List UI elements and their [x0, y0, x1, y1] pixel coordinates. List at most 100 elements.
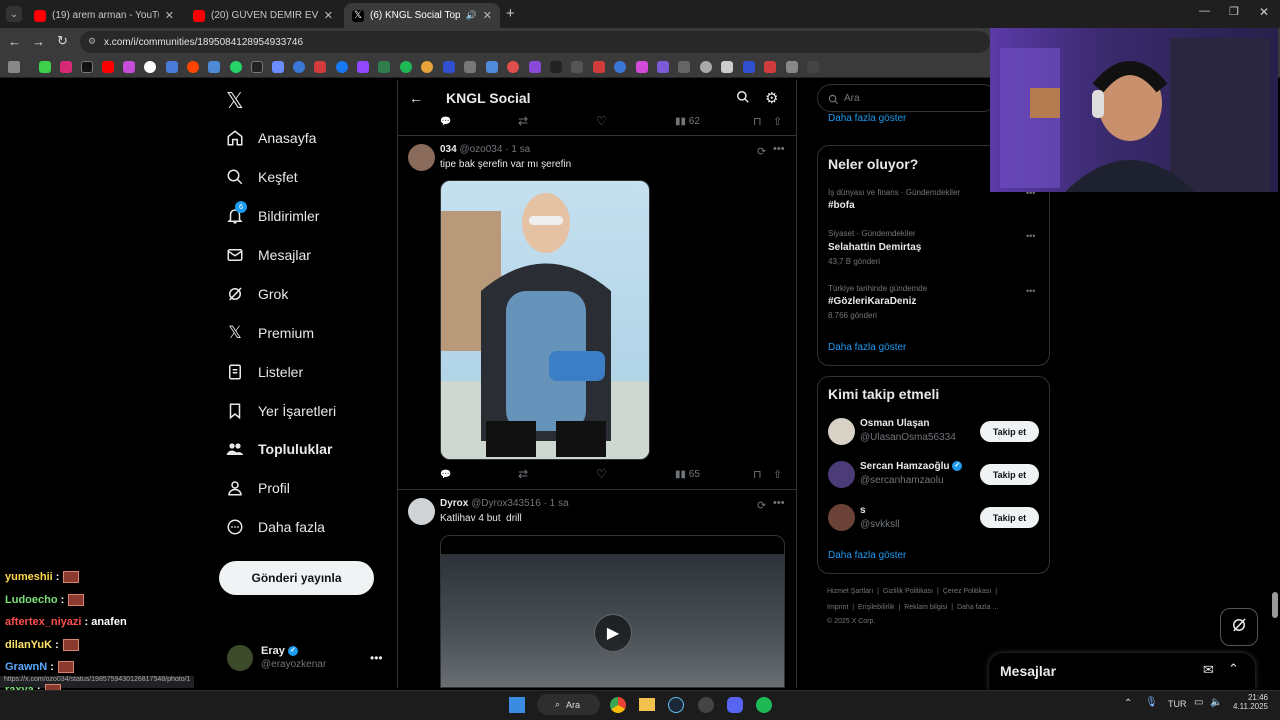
- apps-icon[interactable]: [8, 61, 20, 73]
- x-logo-icon[interactable]: 𝕏: [226, 88, 244, 114]
- nav-explore[interactable]: Keşfet: [226, 164, 298, 190]
- new-tab-button[interactable]: +: [506, 5, 515, 22]
- bookmark-site-icon[interactable]: [272, 61, 284, 73]
- nav-premium[interactable]: 𝕏 Premium: [226, 320, 314, 346]
- bookmark-site-icon[interactable]: [507, 61, 519, 73]
- chrome-taskbar-icon[interactable]: [610, 697, 626, 713]
- bookmark-icon[interactable]: ⊓: [753, 115, 762, 128]
- like-icon[interactable]: ♡: [596, 467, 607, 481]
- follow-button[interactable]: Takip et: [980, 464, 1039, 485]
- bookmark-site-icon[interactable]: [593, 61, 605, 73]
- bookmark-youtube-icon[interactable]: [102, 61, 114, 73]
- trend-more-icon[interactable]: •••: [1026, 286, 1035, 296]
- expand-icon[interactable]: ⌃: [1228, 661, 1239, 677]
- back-arrow-icon[interactable]: ←: [409, 90, 423, 106]
- bookmark-steam-icon[interactable]: [166, 61, 178, 73]
- minimize-button[interactable]: —: [1199, 5, 1210, 17]
- close-tab-icon[interactable]: ✕: [165, 9, 174, 22]
- bookmark-site-icon[interactable]: [378, 61, 390, 73]
- account-name[interactable]: Eray ✓: [261, 645, 298, 657]
- bookmark-site-icon[interactable]: [786, 61, 798, 73]
- views-icon[interactable]: ▮▮ 65: [675, 469, 700, 480]
- bookmark-site-icon[interactable]: [486, 61, 498, 73]
- clock[interactable]: 21:46 4.11.2025: [1232, 693, 1268, 711]
- nav-grok[interactable]: Grok: [226, 281, 288, 307]
- language-indicator[interactable]: TUR: [1168, 699, 1187, 709]
- follow-user-name[interactable]: Sercan Hamzaoğlu ✓: [860, 461, 963, 472]
- bookmark-icon[interactable]: ⊓: [753, 468, 762, 481]
- bookmark-site-icon[interactable]: [529, 61, 541, 73]
- post-video[interactable]: ▶: [440, 535, 785, 688]
- follow-user-name[interactable]: s: [860, 505, 866, 516]
- share-icon[interactable]: ⇧: [773, 115, 782, 128]
- repost-icon[interactable]: ⇄: [518, 114, 528, 128]
- bookmark-site-icon[interactable]: [293, 61, 305, 73]
- site-info-icon[interactable]: ⚙: [88, 36, 96, 47]
- bookmark-site-icon[interactable]: [743, 61, 755, 73]
- maximize-button[interactable]: ❐: [1229, 5, 1239, 18]
- avatar[interactable]: [227, 645, 253, 671]
- avatar[interactable]: [408, 498, 435, 525]
- who-to-follow-show-more[interactable]: Daha fazla göster: [828, 550, 906, 561]
- bookmark-gmail-icon[interactable]: [123, 61, 135, 73]
- grok-floating-button[interactable]: [1220, 608, 1258, 646]
- trend-name[interactable]: Selahattin Demirtaş: [828, 242, 921, 253]
- address-bar[interactable]: ⚙ x.com/i/communities/189508412895493374…: [80, 31, 990, 53]
- bookmark-instagram-icon[interactable]: [60, 61, 72, 73]
- nav-profile[interactable]: Profil: [226, 475, 290, 501]
- windows-start-icon[interactable]: [509, 697, 525, 713]
- messages-drawer[interactable]: Mesajlar ✉ ⌃: [989, 653, 1255, 690]
- discord-taskbar-icon[interactable]: [727, 697, 743, 713]
- bookmark-site-icon[interactable]: [443, 61, 455, 73]
- avatar[interactable]: [828, 504, 855, 531]
- bookmark-x-icon[interactable]: [81, 61, 93, 73]
- repost-icon[interactable]: ⇄: [518, 467, 528, 481]
- bookmark-twitch-icon[interactable]: [357, 61, 369, 73]
- share-icon[interactable]: ⇧: [773, 468, 782, 481]
- bookmark-site-icon[interactable]: [764, 61, 776, 73]
- taskbar-search[interactable]: ⌕ Ara: [537, 694, 600, 715]
- bookmark-site-icon[interactable]: [464, 61, 476, 73]
- tab-search-button[interactable]: ⌄: [6, 6, 22, 22]
- network-icon[interactable]: ▭: [1194, 697, 1203, 708]
- close-tab-icon[interactable]: ✕: [324, 9, 333, 22]
- trend-name[interactable]: #GözleriKaraDeniz: [828, 296, 916, 307]
- search-input[interactable]: Ara: [817, 84, 997, 112]
- reply-icon[interactable]: 💬: [440, 116, 451, 127]
- tab-youtube-2[interactable]: (20) GÜVEN DEMİR EV ZİYARET ✕: [185, 3, 341, 28]
- bookmark-whatsapp-icon[interactable]: [230, 61, 242, 73]
- nav-home[interactable]: Anasayfa: [226, 125, 316, 151]
- trend-more-icon[interactable]: •••: [1026, 231, 1035, 241]
- bookmark-kick-icon[interactable]: [39, 61, 51, 73]
- follow-user-name[interactable]: Osman Ulaşan: [860, 418, 929, 429]
- bookmark-site-icon[interactable]: [700, 61, 712, 73]
- bookmark-site-icon[interactable]: [314, 61, 326, 73]
- settings-gear-icon[interactable]: ⚙: [765, 89, 778, 107]
- follow-button[interactable]: Takip et: [980, 421, 1039, 442]
- volume-icon[interactable]: 🔈: [1210, 697, 1222, 708]
- bookmark-reddit-icon[interactable]: [187, 61, 199, 73]
- bookmark-site-icon[interactable]: [807, 61, 819, 73]
- bookmark-facebook-icon[interactable]: [336, 61, 348, 73]
- reload-icon[interactable]: ↻: [57, 33, 68, 49]
- nav-communities[interactable]: Topluluklar: [226, 436, 332, 462]
- nav-messages[interactable]: Mesajlar: [226, 242, 311, 268]
- tab-x-active[interactable]: 𝕏 (6) KNGL Social Topluluk / X 🔊 ✕: [344, 3, 500, 28]
- nav-more[interactable]: Daha fazla: [226, 514, 325, 540]
- bookmark-site-icon[interactable]: [678, 61, 690, 73]
- avatar[interactable]: [408, 144, 435, 171]
- more-icon[interactable]: •••: [773, 143, 785, 155]
- back-icon[interactable]: ←: [8, 34, 21, 49]
- bookmark-site-icon[interactable]: [550, 61, 562, 73]
- like-icon[interactable]: ♡: [596, 114, 607, 128]
- views-icon[interactable]: ▮▮ 62: [675, 116, 700, 127]
- bookmark-site-icon[interactable]: [636, 61, 648, 73]
- reply-icon[interactable]: 💬: [440, 469, 451, 480]
- close-tab-icon[interactable]: ✕: [483, 9, 492, 22]
- post-button[interactable]: Gönderi yayınla: [219, 561, 374, 595]
- tray-chevron-icon[interactable]: ⌃: [1124, 698, 1132, 709]
- search-icon[interactable]: [736, 90, 750, 109]
- speaker-icon[interactable]: 🔊: [466, 10, 477, 21]
- close-window-button[interactable]: ✕: [1259, 5, 1269, 19]
- trends-show-more[interactable]: Daha fazla göster: [828, 342, 906, 353]
